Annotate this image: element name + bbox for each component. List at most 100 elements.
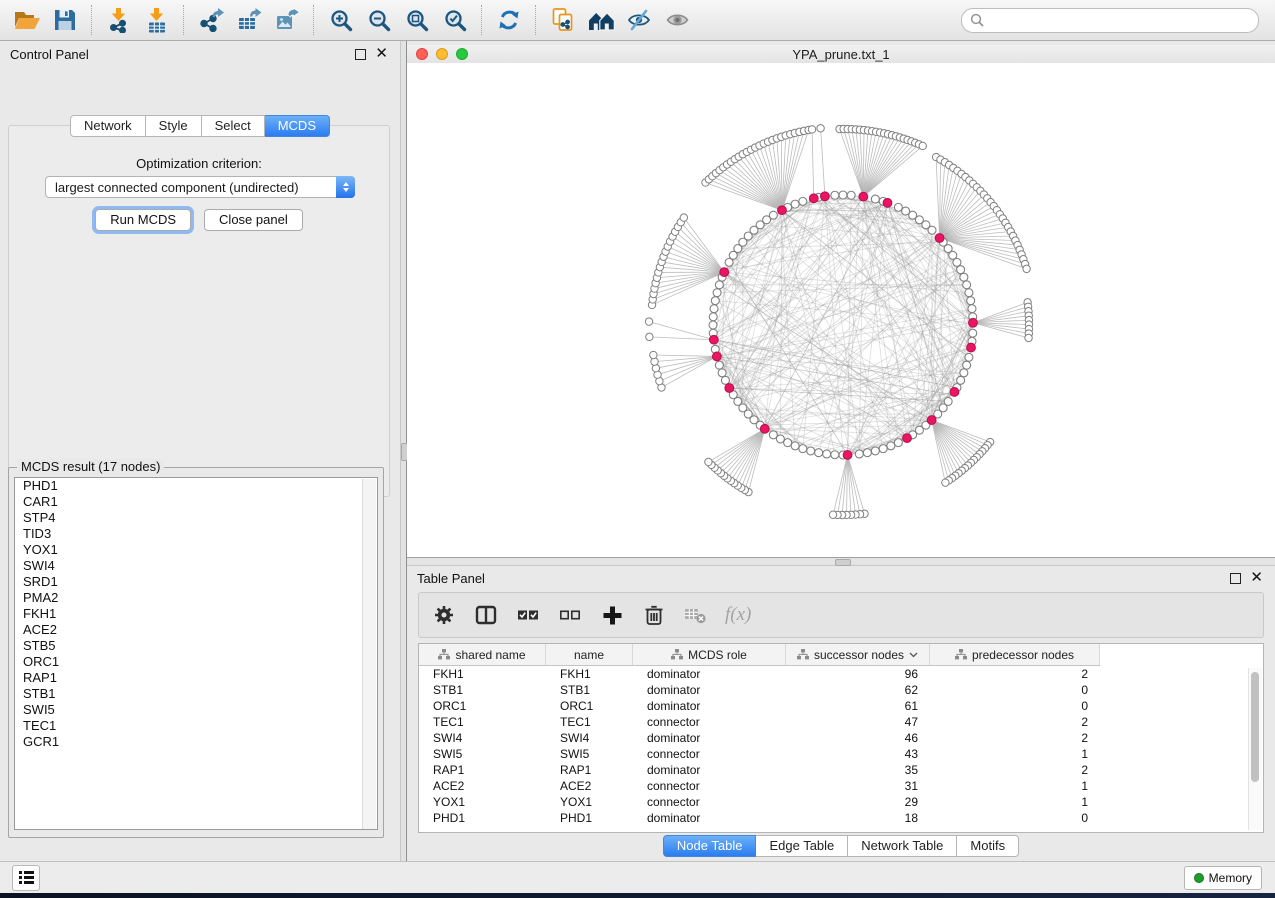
deselect-all-button[interactable] <box>557 602 583 628</box>
mcds-result-item[interactable]: PHD1 <box>15 478 377 494</box>
table-row[interactable]: SWI5SWI5connector431 <box>419 746 1263 762</box>
scrollbar-thumb[interactable] <box>1251 672 1259 782</box>
table-cell: 29 <box>786 795 930 809</box>
tab-style[interactable]: Style <box>146 115 202 137</box>
column-header-MCDS-role[interactable]: MCDS role <box>633 644 786 665</box>
mcds-result-item[interactable]: STP4 <box>15 510 377 526</box>
dominator-node <box>809 194 818 203</box>
apply-preferred-layout-button[interactable] <box>490 3 528 37</box>
new-network-from-selection-button[interactable] <box>544 3 582 37</box>
column-header-shared-name[interactable]: shared name <box>419 644 546 665</box>
table-scrollbar[interactable] <box>1248 668 1262 830</box>
optimization-criterion-select[interactable]: largest connected component (undirected) <box>45 176 355 198</box>
mcds-result-item[interactable]: PMA2 <box>15 590 377 606</box>
mcds-result-item[interactable]: SRD1 <box>15 574 377 590</box>
panel-splitter-vertical[interactable] <box>400 41 407 861</box>
zoom-in-button[interactable] <box>322 3 360 37</box>
zoom-out-button[interactable] <box>360 3 398 37</box>
table-cell: 2 <box>930 763 1100 777</box>
zoom-selected-button[interactable] <box>436 3 474 37</box>
table-row[interactable]: PHD1PHD1dominator180 <box>419 810 1263 826</box>
hide-selected-button[interactable] <box>620 3 658 37</box>
table-row[interactable]: STB1STB1dominator620 <box>419 682 1263 698</box>
mcds-result-item[interactable]: ACE2 <box>15 622 377 638</box>
table-row[interactable]: SWI4SWI4dominator462 <box>419 730 1263 746</box>
table-panel: Table Panel ✕ <box>407 566 1275 861</box>
task-history-button[interactable] <box>12 865 40 891</box>
zoom-fit-button[interactable] <box>398 3 436 37</box>
table-row[interactable]: ORC1ORC1dominator610 <box>419 698 1263 714</box>
network-window-titlebar[interactable]: YPA_prune.txt_1 <box>407 45 1275 64</box>
show-columns-button[interactable] <box>473 602 499 628</box>
table-row[interactable]: FKH1FKH1dominator962 <box>419 666 1263 682</box>
tab-motifs[interactable]: Motifs <box>957 835 1019 857</box>
search-input[interactable] <box>984 12 1250 28</box>
mcds-result-item[interactable]: FKH1 <box>15 606 377 622</box>
column-header-successor-nodes[interactable]: successor nodes <box>786 644 930 665</box>
close-panel-icon[interactable]: ✕ <box>1250 573 1263 583</box>
network-graph[interactable] <box>407 63 1275 557</box>
function-builder-button[interactable]: f(x) <box>725 602 751 628</box>
control-panel-title: Control Panel <box>0 47 89 62</box>
tab-mcds[interactable]: MCDS <box>265 115 330 137</box>
import-network-button[interactable] <box>100 3 138 37</box>
dominator-node <box>712 352 721 361</box>
table-row[interactable]: RAP1RAP1dominator352 <box>419 762 1263 778</box>
network-canvas[interactable] <box>407 63 1275 557</box>
export-table-button[interactable] <box>230 3 268 37</box>
tab-select[interactable]: Select <box>202 115 265 137</box>
save-session-button[interactable] <box>46 3 84 37</box>
mcds-result-item[interactable]: STB1 <box>15 686 377 702</box>
mcds-result-item[interactable]: YOX1 <box>15 542 377 558</box>
mcds-result-item[interactable]: SWI4 <box>15 558 377 574</box>
table-cell: connector <box>633 779 786 793</box>
tab-node-table[interactable]: Node Table <box>663 835 757 857</box>
export-image-button[interactable] <box>268 3 306 37</box>
memory-button[interactable]: Memory <box>1184 866 1262 890</box>
mcds-result-item[interactable]: GCR1 <box>15 734 377 750</box>
mcds-result-item[interactable]: CAR1 <box>15 494 377 510</box>
show-all-button[interactable] <box>658 3 696 37</box>
mcds-list-scrollbar[interactable] <box>362 479 376 830</box>
export-network-button[interactable] <box>192 3 230 37</box>
tab-network[interactable]: Network <box>70 115 146 137</box>
tab-edge-table[interactable]: Edge Table <box>756 835 848 857</box>
column-header-predecessor-nodes[interactable]: predecessor nodes <box>930 644 1100 665</box>
table-header-row: shared namenameMCDS rolesuccessor nodesp… <box>419 644 1100 666</box>
table-row[interactable]: TEC1TEC1connector472 <box>419 714 1263 730</box>
close-panel-button[interactable]: Close panel <box>204 209 303 231</box>
panel-splitter-horizontal[interactable] <box>407 557 1275 566</box>
mcds-result-item[interactable]: TEC1 <box>15 718 377 734</box>
mcds-result-item[interactable]: STB5 <box>15 638 377 654</box>
mcds-result-item[interactable]: SWI5 <box>15 702 377 718</box>
run-mcds-button[interactable]: Run MCDS <box>95 209 191 231</box>
table-cell: 0 <box>930 699 1100 713</box>
table-settings-button[interactable] <box>431 602 457 628</box>
add-column-button[interactable] <box>599 602 625 628</box>
select-all-button[interactable] <box>515 602 541 628</box>
column-type-icon <box>955 649 967 660</box>
float-panel-icon[interactable] <box>1230 573 1241 584</box>
table-cell: FKH1 <box>419 667 546 681</box>
first-neighbors-button[interactable] <box>582 3 620 37</box>
table-cell: SWI5 <box>419 747 546 761</box>
import-table-button[interactable] <box>138 3 176 37</box>
column-header-name[interactable]: name <box>546 644 633 665</box>
mcds-result-item[interactable]: RAP1 <box>15 670 377 686</box>
mcds-result-item[interactable]: TID3 <box>15 526 377 542</box>
close-panel-icon[interactable]: ✕ <box>375 49 388 59</box>
delete-column-button[interactable] <box>641 602 667 628</box>
splitter-handle[interactable] <box>835 559 851 566</box>
float-panel-icon[interactable] <box>355 49 366 60</box>
mcds-result-item[interactable]: ORC1 <box>15 654 377 670</box>
delete-table-button[interactable] <box>683 602 709 628</box>
toolbar-separator <box>535 5 537 35</box>
open-file-button[interactable] <box>8 3 46 37</box>
network-window-title: YPA_prune.txt_1 <box>407 47 1275 62</box>
dominator-node <box>859 192 868 201</box>
table-row[interactable]: ACE2ACE2connector311 <box>419 778 1263 794</box>
mcds-result-list[interactable]: PHD1CAR1STP4TID3YOX1SWI4SRD1PMA2FKH1ACE2… <box>14 477 378 830</box>
tab-network-table[interactable]: Network Table <box>848 835 957 857</box>
table-cell: 2 <box>930 667 1100 681</box>
table-row[interactable]: YOX1YOX1connector291 <box>419 794 1263 810</box>
